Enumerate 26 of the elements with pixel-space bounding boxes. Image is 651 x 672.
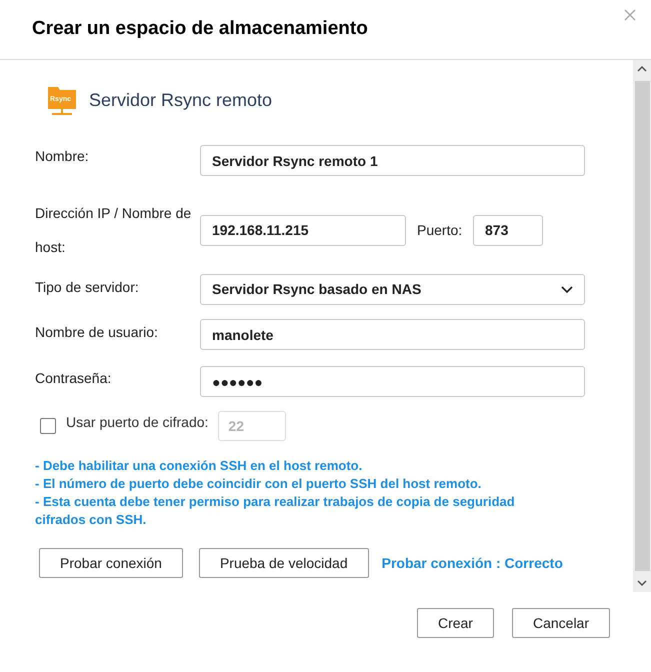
host-input[interactable]: 192.168.11.215 bbox=[200, 214, 406, 246]
server-type-dropdown[interactable]: Servidor Rsync basado en NAS bbox=[200, 274, 585, 305]
field-label: Nombre: bbox=[35, 147, 90, 166]
field-label: Contraseña: bbox=[35, 369, 112, 388]
password-input[interactable]: ●●●●●● bbox=[200, 366, 585, 397]
test-result: Probar conexión : Correcto bbox=[382, 554, 563, 572]
note-text: - El número de puerto debe coincidir con el puerto SSH del host remoto. bbox=[35, 475, 482, 493]
scrollbar[interactable] bbox=[633, 60, 651, 592]
test-button[interactable]: Probar conexión bbox=[39, 548, 183, 578]
window-title: Crear un espacio de almacenamiento bbox=[32, 17, 368, 42]
note-text: - Esta cuenta debe tener permiso para realizar trabajos de copia de seguridad cifrados con SSH. bbox=[35, 493, 516, 529]
chevron-down-icon bbox=[561, 286, 573, 294]
test-button[interactable]: Prueba de velocidad bbox=[198, 548, 369, 578]
footer-button[interactable]: Crear bbox=[416, 608, 494, 638]
name-input[interactable]: Servidor Rsync remoto 1 bbox=[200, 145, 585, 176]
field-label: Nombre de usuario: bbox=[35, 323, 159, 342]
field-label: Tipo de servidor: bbox=[35, 278, 140, 297]
username-input[interactable]: manolete bbox=[200, 319, 585, 350]
section-title: Servidor Rsync remoto bbox=[89, 88, 272, 112]
note-text: - Debe habilitar una conexión SSH en el host remoto. bbox=[35, 457, 364, 475]
field-label: Dirección IP / Nombre de host: bbox=[35, 204, 192, 257]
port-input[interactable]: 873 bbox=[473, 214, 543, 246]
checkbox-label: Usar puerto de cifrado: bbox=[66, 412, 208, 432]
close-icon[interactable] bbox=[623, 8, 637, 22]
footer-button[interactable]: Cancelar bbox=[512, 608, 610, 638]
field-label: Puerto: bbox=[417, 220, 464, 240]
